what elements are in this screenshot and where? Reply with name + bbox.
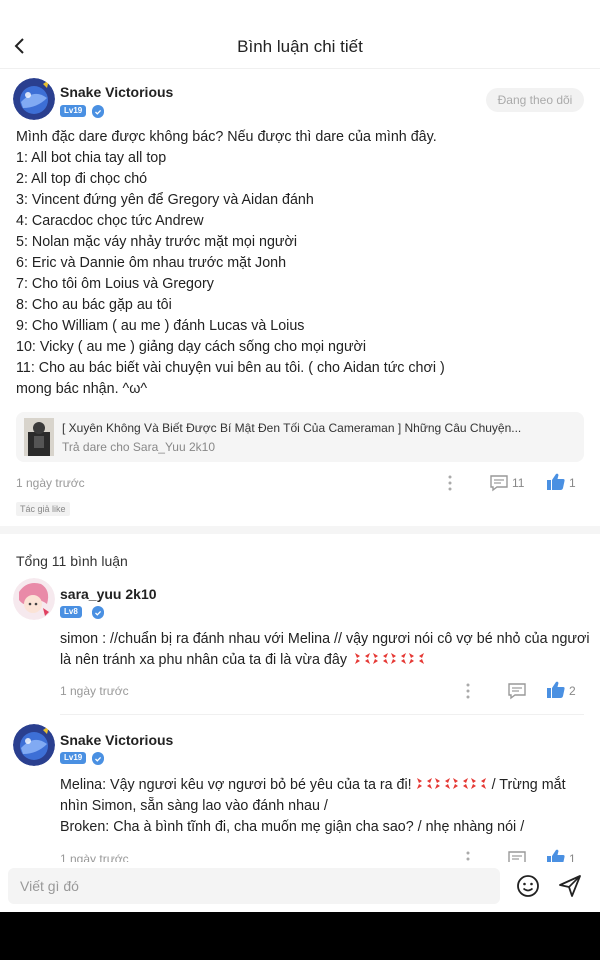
author-name[interactable]: sara_yuu 2k10 [60,586,157,602]
body-line: 9: Cho William ( au me ) đánh Lucas và L… [16,318,305,334]
author-name[interactable]: Snake Victorious [60,84,173,100]
level-badge: Lv8 [60,606,82,618]
author-liked-tag: Tác giả like [16,502,70,516]
level-badge: Lv19 [60,105,87,117]
comment-text-line: nhìn Simon, sẵn sàng lao vào đánh nhau / [60,798,328,814]
comment-text-line: Melina: Vậy ngươi kêu vợ ngươi bỏ bé yêu… [60,775,566,796]
like-icon[interactable] [546,681,566,699]
avatar[interactable] [13,724,55,766]
story-subtitle: Trả dare cho Sara_Yuu 2k10 [62,440,215,454]
comment-body: Mình đặc dare được không bác? Nếu được t… [16,127,586,400]
level-badge: Lv19 [60,752,87,764]
page-title: Bình luận chi tiết [237,37,363,56]
divider [60,714,584,715]
send-icon[interactable] [558,874,582,898]
top-bar: Bình luận chi tiết [0,0,600,69]
body-line: 3: Vincent đứng yên để Gregory và Aidan … [16,192,314,208]
story-thumbnail [24,418,54,456]
body-line: 4: Caracdoc chọc tức Andrew [16,213,204,229]
body-line: 11: Cho au bác biết vài chuyện vui bên a… [16,360,445,376]
body-line: 8: Cho au bác gặp au tôi [16,297,172,313]
avatar[interactable] [13,578,55,620]
comment-detail-screen: Bình luận chi tiết Snake Victorious Lv19… [0,0,600,912]
body-line: 2: All top đi chọc chó [16,171,148,187]
like-icon[interactable] [546,473,566,491]
author-name[interactable]: Snake Victorious [60,732,173,748]
body-line: mong bác nhận. ^ω^ [16,381,148,397]
total-comments-label: Tổng 11 bình luận [16,553,128,569]
timestamp: 1 ngày trước [16,476,85,490]
comment-text: / Trừng mắt [491,777,566,793]
story-title: [ Xuyên Không Và Biết Được Bí Mật Đen Tố… [62,421,522,435]
comment-composer [0,862,600,912]
linked-story-card[interactable]: [ Xuyên Không Và Biết Được Bí Mật Đen Tố… [16,412,584,462]
verified-badge-icon [92,752,104,765]
body-line: 6: Eric và Dannie ôm nhau trước mặt Jonh [16,255,287,271]
comment-text-line: là nên tránh xa phu nhân của ta đi là vừ… [60,650,426,671]
following-button[interactable]: Đang theo dõi [486,88,584,112]
more-options-icon[interactable] [462,682,474,700]
more-options-icon[interactable] [444,474,456,492]
timestamp: 1 ngày trước [60,684,129,698]
verified-badge-icon [92,606,104,619]
anger-emoji-icon [354,652,426,668]
anger-emoji-icon [416,777,492,793]
reply-count: 11 [512,476,525,490]
body-line: 1: All bot chia tay all top [16,150,167,166]
reply-icon[interactable] [507,682,527,700]
body-line: 7: Cho tôi ôm Loius và Gregory [16,276,214,292]
reply-icon[interactable] [489,474,509,492]
comment-text: Melina: Vậy ngươi kêu vợ ngươi bỏ bé yêu… [60,777,412,793]
body-line: Mình đặc dare được không bác? Nếu được t… [16,129,437,145]
emoji-icon[interactable] [516,874,540,898]
avatar[interactable] [13,78,55,120]
body-line: 10: Vicky ( au me ) giảng dạy cách sống … [16,339,367,355]
like-count: 2 [569,684,576,698]
comment-input[interactable] [8,868,500,904]
verified-badge-icon [92,105,104,118]
like-count: 1 [569,476,576,490]
section-divider [0,526,600,534]
comment-text-line: simon : //chuẩn bị ra đánh nhau với Meli… [60,631,590,647]
body-line: 5: Nolan mặc váy nhảy trước mặt mọi ngườ… [16,234,298,250]
comment-text-line: Broken: Cha à bình tĩnh đi, cha muốn mẹ … [60,819,525,835]
comment-text: là nên tránh xa phu nhân của ta đi là vừ… [60,652,347,668]
